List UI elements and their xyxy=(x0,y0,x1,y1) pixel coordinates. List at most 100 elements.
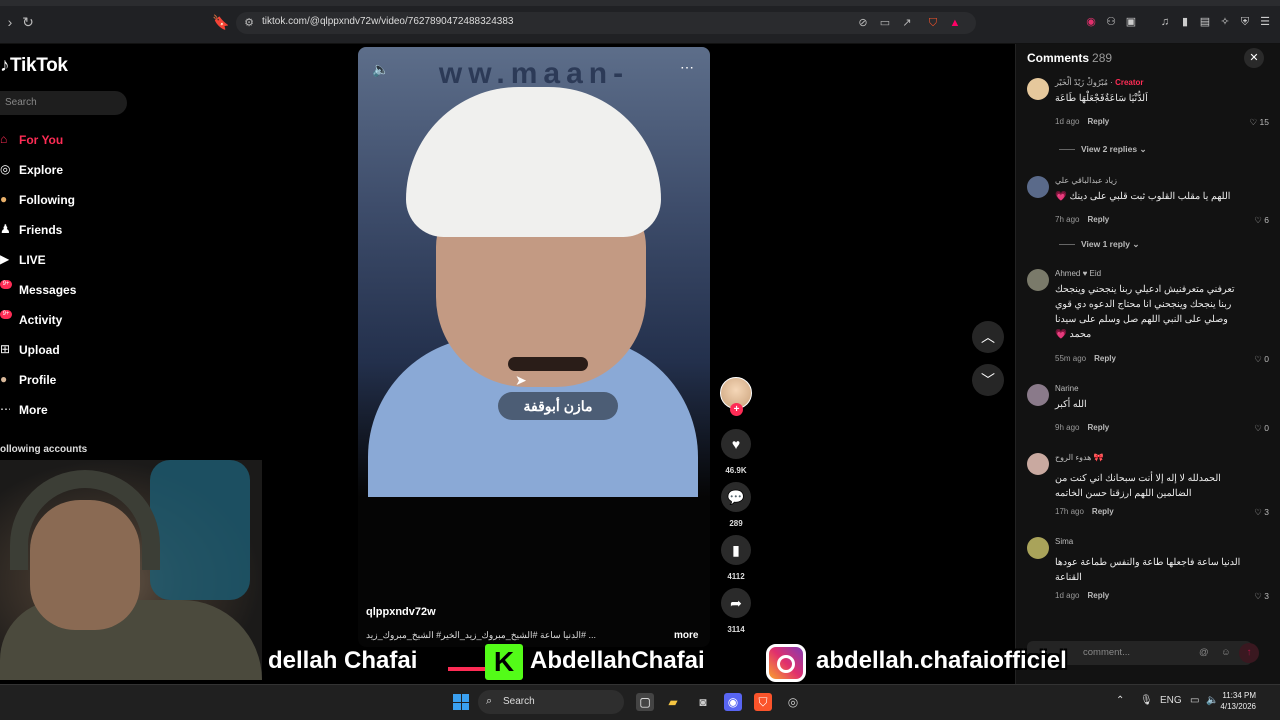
reply-button[interactable]: Reply xyxy=(1087,117,1109,126)
discord-icon[interactable]: ◉ xyxy=(724,693,742,711)
search-placeholder: Search xyxy=(5,97,37,108)
wallet-icon[interactable]: ▤ xyxy=(1198,15,1212,29)
menu-icon[interactable]: ☰ xyxy=(1258,15,1272,29)
search-icon: ⌕ xyxy=(486,695,493,707)
sidebar-item-activity[interactable]: 9+ Activity xyxy=(0,310,150,330)
sidebar-item-upload[interactable]: ⊞ Upload xyxy=(0,340,150,360)
follow-plus-icon[interactable]: + xyxy=(730,403,743,416)
bookmark-save-icon[interactable]: ▮ xyxy=(721,535,751,565)
divider xyxy=(1059,244,1075,246)
volume-icon[interactable]: 🔈 xyxy=(372,61,389,78)
address-bar[interactable]: ⚙ tiktok.com/@qlppxndv72w/video/76278904… xyxy=(236,12,976,34)
search-input[interactable]: Search xyxy=(0,91,127,115)
file-explorer-icon[interactable]: ▰ xyxy=(664,693,682,711)
sidebar-item-label: Messages xyxy=(19,283,77,297)
obs-icon[interactable]: ◎ xyxy=(784,693,802,711)
sidebar-item-profile[interactable]: ● Profile xyxy=(0,370,150,390)
author-name: مُبْرُوكْ زَيْدْ ألْخَيْر xyxy=(1055,78,1108,87)
next-video-chevron-down-icon[interactable]: ﹀ xyxy=(972,364,1004,396)
ai-icon[interactable]: ✧ xyxy=(1218,15,1232,29)
avatar[interactable] xyxy=(1027,537,1049,559)
extension-icon[interactable]: ▣ xyxy=(1124,15,1138,29)
avatar[interactable] xyxy=(1027,384,1049,406)
reply-button[interactable]: Reply xyxy=(1087,215,1109,224)
comment-time: 1d ago xyxy=(1055,591,1080,600)
send-arrow-icon[interactable]: ↑ xyxy=(1239,643,1259,663)
reply-button[interactable]: Reply xyxy=(1092,507,1114,516)
site-info-icon[interactable]: ⚙ xyxy=(242,16,256,30)
vpn-icon[interactable]: ⛨ xyxy=(1238,15,1252,29)
comment-icon[interactable]: 💬 xyxy=(721,482,751,512)
taskbar-search[interactable]: ⌕ Search xyxy=(478,690,624,714)
comment-like[interactable]: ♡ 0 xyxy=(1239,423,1269,434)
bookmark-icon[interactable]: 🔖 xyxy=(212,14,229,30)
comment-like[interactable]: ♡ 3 xyxy=(1239,507,1269,518)
comment-author[interactable]: Sima xyxy=(1055,537,1073,546)
mention-icon[interactable]: @ xyxy=(1199,647,1209,658)
previous-video-chevron-up-icon[interactable]: ︿ xyxy=(972,321,1004,353)
windows-start-icon[interactable] xyxy=(453,694,469,710)
brave-browser-icon[interactable]: ⛉ xyxy=(754,693,772,711)
windows-taskbar: ⌕ Search ▢ ▰ ◙ ◉ ⛉ ◎ ⌃ 🎙 ENG ▭ 🔈 11:34 P… xyxy=(0,684,1280,720)
comment-author[interactable]: Ahmed ♥ Eid xyxy=(1055,269,1101,278)
sidebar-item-more[interactable]: ⋯ More xyxy=(0,400,150,420)
language-indicator[interactable]: ENG xyxy=(1160,695,1182,706)
sidebar-item-live[interactable]: ▶ LIVE xyxy=(0,250,150,270)
tiktok-logo[interactable]: ♪TikTok xyxy=(0,55,68,77)
comment-like[interactable]: ♡ 3 xyxy=(1239,591,1269,602)
extension-icon[interactable]: ◉ xyxy=(1084,15,1098,29)
microphone-icon[interactable]: 🎙 xyxy=(1140,695,1153,706)
sidebar-item-following[interactable]: ● Following xyxy=(0,190,150,210)
avatar[interactable] xyxy=(1027,453,1049,475)
video-author[interactable]: qlppxndv72w xyxy=(366,606,436,618)
banner-kick-handle: AbdellahChafai xyxy=(530,647,705,674)
camera-icon[interactable]: ◙ xyxy=(694,693,712,711)
reload-icon[interactable]: ↻ xyxy=(20,14,36,30)
rewards-icon[interactable]: ▲ xyxy=(948,16,962,30)
avatar[interactable] xyxy=(1027,269,1049,291)
cast-icon[interactable]: ▭ xyxy=(878,16,892,30)
sidebar-icon[interactable]: ▮ xyxy=(1178,15,1192,29)
taskbar-clock[interactable]: 11:34 PM 4/13/2026 xyxy=(1206,690,1256,712)
emoji-icon[interactable]: ☺ xyxy=(1221,647,1231,658)
reply-button[interactable]: Reply xyxy=(1087,423,1109,432)
task-view-icon[interactable]: ▢ xyxy=(636,693,654,711)
brave-shield-icon[interactable]: ⛉ xyxy=(926,16,940,30)
sidebar-item-friends[interactable]: ♟ Friends xyxy=(0,220,150,240)
no-tracking-icon[interactable]: ⊘ xyxy=(856,16,870,30)
share-icon[interactable]: ↗ xyxy=(900,16,914,30)
avatar[interactable] xyxy=(1027,78,1049,100)
comment-author[interactable]: Narine xyxy=(1055,384,1079,393)
like-heart-icon[interactable]: ♥ xyxy=(721,429,751,459)
comment-time: 9h ago xyxy=(1055,423,1080,432)
sidebar-item-for-you[interactable]: ⌂ For You xyxy=(0,130,150,150)
view-replies-button[interactable]: View 1 reply ⌄ xyxy=(1059,239,1139,250)
description-more-button[interactable]: more xyxy=(674,630,698,641)
forward-icon[interactable]: › xyxy=(2,14,18,30)
tiktok-note-icon: ♪ xyxy=(0,55,10,76)
sidebar-item-messages[interactable]: 9+ Messages xyxy=(0,280,150,300)
tab-strip[interactable] xyxy=(0,0,1280,6)
comments-count: 289 xyxy=(1092,51,1113,65)
reply-button[interactable]: Reply xyxy=(1087,591,1109,600)
reply-button[interactable]: Reply xyxy=(1094,354,1116,363)
comment-like[interactable]: ♡ 15 xyxy=(1239,117,1269,128)
media-icon[interactable]: ♫ xyxy=(1158,15,1172,29)
comment-author[interactable]: زياد عبدالباقي علي xyxy=(1055,176,1117,185)
avatar[interactable] xyxy=(1027,176,1049,198)
sidebar-item-explore[interactable]: ◎ Explore xyxy=(0,160,150,180)
comment-author[interactable]: مُبْرُوكْ زَيْدْ ألْخَيْر · Creator xyxy=(1055,78,1144,87)
comment-like[interactable]: ♡ 0 xyxy=(1239,354,1269,365)
share-arrow-icon[interactable]: ➦ xyxy=(721,588,751,618)
sidebar-item-label: Explore xyxy=(19,163,64,177)
tray-chevron-up-icon[interactable]: ⌃ xyxy=(1116,695,1124,706)
banner-accent xyxy=(448,667,488,671)
extension-icon[interactable]: ⚇ xyxy=(1104,15,1118,29)
comment-like[interactable]: ♡ 6 xyxy=(1239,215,1269,226)
video-player[interactable]: ww.maan- مازن أبوقفة 🔈 ⋯ qlppxndv72w الد… xyxy=(358,47,710,647)
comment-author[interactable]: هدوء الروح 🎀 xyxy=(1055,453,1104,462)
network-icon[interactable]: ▭ xyxy=(1190,695,1199,706)
video-more-icon[interactable]: ⋯ xyxy=(680,59,695,76)
close-icon[interactable]: ✕ xyxy=(1244,48,1264,68)
view-replies-button[interactable]: View 2 replies ⌄ xyxy=(1059,144,1147,155)
